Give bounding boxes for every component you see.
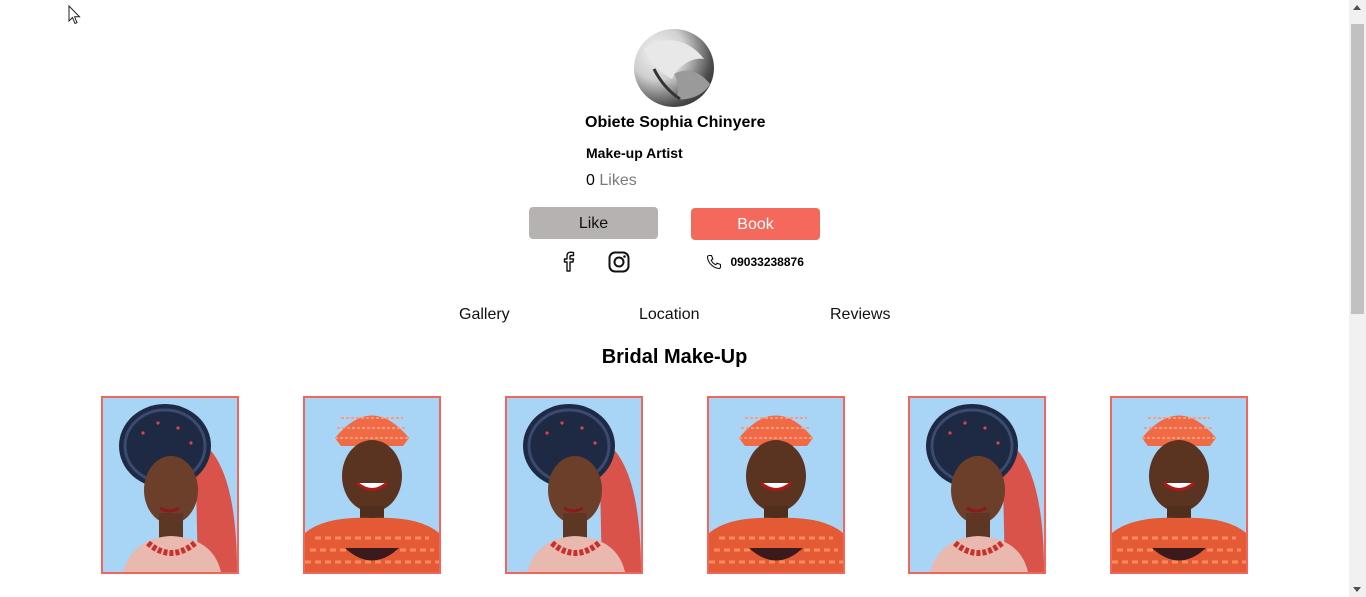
profile-name: Obiete Sophia Chinyere [585, 114, 766, 131]
likes-label: Likes [599, 172, 637, 189]
phone-contact[interactable]: 09033238876 [706, 253, 804, 271]
gallery-image[interactable] [303, 396, 441, 574]
mouse-cursor-icon [68, 5, 81, 25]
gallery-image[interactable] [1110, 396, 1248, 574]
tab-location[interactable]: Location [639, 306, 700, 324]
tab-reviews[interactable]: Reviews [830, 306, 890, 324]
vertical-scrollbar[interactable] [1349, 0, 1366, 597]
gallery-image[interactable] [908, 396, 1046, 574]
scroll-up-arrow-icon[interactable] [1353, 5, 1361, 10]
phone-icon [706, 254, 722, 269]
gallery-image[interactable] [707, 396, 845, 574]
profile-avatar [634, 29, 714, 107]
scrollbar-thumb[interactable] [1351, 24, 1364, 314]
phone-number: 09033238876 [730, 254, 804, 269]
book-button[interactable]: Book [691, 208, 820, 240]
tab-gallery[interactable]: Gallery [459, 306, 510, 324]
gallery-section-title: Bridal Make-Up [601, 346, 748, 368]
profile-role: Make-up Artist [586, 145, 683, 161]
likes-count: 0 [586, 172, 595, 189]
facebook-icon[interactable] [560, 250, 576, 272]
scroll-down-arrow-icon[interactable] [1353, 587, 1361, 592]
gallery-image[interactable] [505, 396, 643, 574]
like-button[interactable]: Like [529, 207, 658, 239]
gallery-image[interactable] [101, 396, 239, 574]
instagram-icon[interactable] [608, 251, 630, 273]
likes-counter: 0 Likes [586, 172, 637, 190]
